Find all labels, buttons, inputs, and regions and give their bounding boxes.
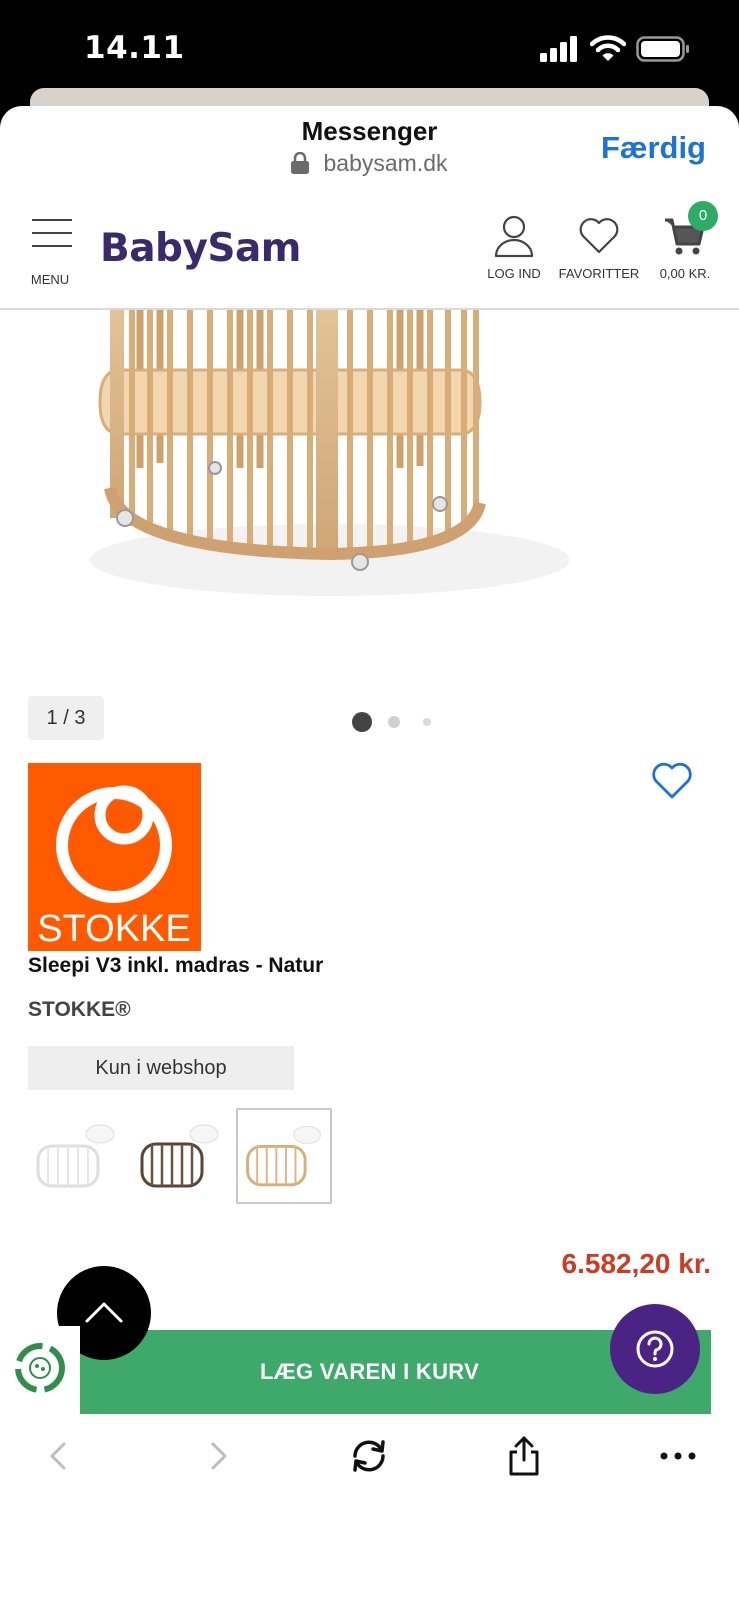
stokke-logo-text: STOKKE [37,908,190,950]
stokke-brand-logo[interactable]: STOKKE [28,763,201,951]
question-icon [636,1330,674,1368]
favorites-button[interactable]: FAVORITTER [555,214,643,281]
site-header: MENU BabySam LOG IND FAVORITTER 0,00 KR. [0,196,739,310]
product-image[interactable] [0,298,739,688]
crib-natural-thumbnail [246,1125,321,1187]
favorites-label: FAVORITTER [558,266,640,281]
gallery-dot-3[interactable] [423,718,431,726]
battery-icon [636,36,689,62]
browser-toolbar [0,1414,739,1600]
forward-icon[interactable] [195,1434,239,1478]
gallery-dot-1[interactable] [352,712,372,732]
browser-header: Messenger babysam.dk Færdig [0,106,739,196]
add-to-favorites-heart-icon[interactable] [650,761,694,801]
reload-icon[interactable] [347,1434,391,1478]
browser-url-text: babysam.dk [323,150,448,176]
menu-button[interactable] [30,218,74,253]
back-icon[interactable] [38,1434,82,1478]
done-button[interactable]: Færdig [601,130,706,166]
product-price: 6.582,20 kr. [561,1248,711,1279]
babysam-logo[interactable]: BabySam [100,226,301,271]
variant-walnut[interactable] [132,1108,228,1204]
in-app-browser-sheet: Messenger babysam.dk Færdig MENU BabySam… [0,106,739,1600]
variant-white[interactable] [28,1108,124,1204]
help-button[interactable] [610,1304,700,1394]
login-label: LOG IND [487,266,541,281]
product-name: Sleepi V3 inkl. madras - Natur [28,954,324,977]
menu-label: MENU [30,272,70,287]
cart-count-badge: 0 [688,201,718,231]
menu-icon [32,219,72,247]
status-time: 14.11 [84,30,185,66]
crib-white-thumbnail [36,1124,115,1188]
gallery-dot-2[interactable] [388,716,400,728]
eco-badge[interactable] [0,1326,80,1416]
variant-natural[interactable] [236,1108,332,1204]
user-icon [494,215,534,258]
eco-badge-icon [15,1343,65,1393]
cart-total: 0,00 KR. [659,266,711,281]
status-bar: 14.11 [0,0,739,100]
login-button[interactable]: LOG IND [474,214,554,281]
crib-walnut-thumbnail [140,1124,219,1188]
image-counter: 1 / 3 [28,696,104,740]
stokke-logo-mark: STOKKE [37,785,191,950]
availability-tag: Kun i webshop [28,1046,294,1090]
crib-illustration [90,298,570,596]
product-brand[interactable]: STOKKE® [28,998,131,1022]
share-icon[interactable] [502,1434,546,1478]
gallery-dots[interactable] [352,712,452,732]
lock-icon [291,152,310,174]
heart-icon [579,218,619,254]
more-icon[interactable] [656,1434,700,1478]
signal-icon [540,36,577,62]
wifi-icon [590,35,626,61]
